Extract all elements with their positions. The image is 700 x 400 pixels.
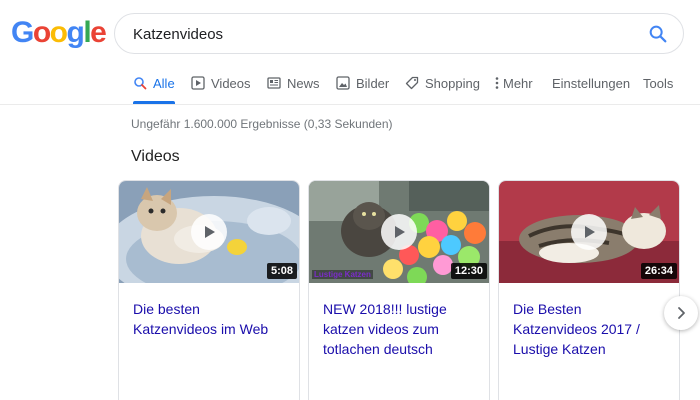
tab-label: Alle xyxy=(153,75,175,91)
tab-label: Shopping xyxy=(425,75,480,91)
tabs-divider xyxy=(0,104,700,105)
image-icon xyxy=(336,76,350,90)
carousel-next-button[interactable] xyxy=(664,296,698,330)
video-title-link[interactable]: NEW 2018!!! lustige katzen videos zum to… xyxy=(323,299,473,359)
search-box xyxy=(114,13,684,54)
search-icon xyxy=(649,25,667,43)
logo-letter: o xyxy=(49,16,68,49)
video-thumbnail: 5:08 xyxy=(119,181,299,283)
video-overlay-text: Lustige Katzen xyxy=(312,270,373,279)
play-button[interactable] xyxy=(191,214,227,250)
video-title-link[interactable]: Die besten Katzenvideos im Web xyxy=(133,299,283,339)
tab-label: Bilder xyxy=(356,75,390,91)
tab-news[interactable]: News xyxy=(267,62,320,104)
newspaper-icon xyxy=(267,77,281,89)
search-icon xyxy=(134,77,147,90)
logo-letter: g xyxy=(66,16,85,49)
search-input[interactable] xyxy=(133,24,613,44)
logo-letter: e xyxy=(90,16,107,49)
tag-icon xyxy=(405,76,419,90)
play-icon xyxy=(395,226,405,238)
tab-videos[interactable]: Videos xyxy=(191,62,251,104)
tab-images[interactable]: Bilder xyxy=(336,62,389,104)
video-card[interactable]: 5:08 Die besten Katzenvideos im Web xyxy=(118,180,300,400)
tab-shopping[interactable]: Shopping xyxy=(405,62,480,104)
tab-label: News xyxy=(287,75,320,91)
video-card[interactable]: Lustige Katzen 12:30 NEW 2018!!! lustige… xyxy=(308,180,490,400)
tab-label: Mehr xyxy=(503,75,533,91)
search-button[interactable] xyxy=(647,23,669,45)
video-duration: 12:30 xyxy=(450,263,487,279)
tab-tools[interactable]: Tools xyxy=(643,62,673,104)
video-duration: 5:08 xyxy=(266,263,297,279)
logo-letter: l xyxy=(83,16,91,49)
chevron-right-icon xyxy=(678,307,685,319)
video-thumbnail: 26:34 xyxy=(499,181,679,283)
tab-label: Einstellungen xyxy=(552,75,631,91)
tab-settings[interactable]: Einstellungen xyxy=(552,62,630,104)
result-stats: Ungefähr 1.600.000 Ergebnisse (0,33 Seku… xyxy=(131,117,393,131)
more-vert-icon xyxy=(495,77,499,89)
play-button[interactable] xyxy=(381,214,417,250)
video-title-link[interactable]: Die Besten Katzenvideos 2017 / Lustige K… xyxy=(513,299,663,359)
logo-letter: o xyxy=(32,16,51,49)
video-duration: 26:34 xyxy=(640,263,677,279)
tab-label: Videos xyxy=(211,75,251,91)
tab-label: Tools xyxy=(643,75,674,91)
tab-more[interactable]: Mehr xyxy=(495,62,533,104)
section-title: Videos xyxy=(131,148,180,165)
play-icon xyxy=(205,226,215,238)
video-thumbnail: Lustige Katzen 12:30 xyxy=(309,181,489,283)
video-card[interactable]: 26:34 Die Besten Katzenvideos 2017 / Lus… xyxy=(498,180,680,400)
play-button[interactable] xyxy=(571,214,607,250)
logo-letter: G xyxy=(11,16,34,49)
video-icon xyxy=(191,76,205,90)
google-logo[interactable]: Google xyxy=(11,15,107,51)
play-icon xyxy=(585,226,595,238)
tab-all[interactable]: Alle xyxy=(133,62,175,104)
